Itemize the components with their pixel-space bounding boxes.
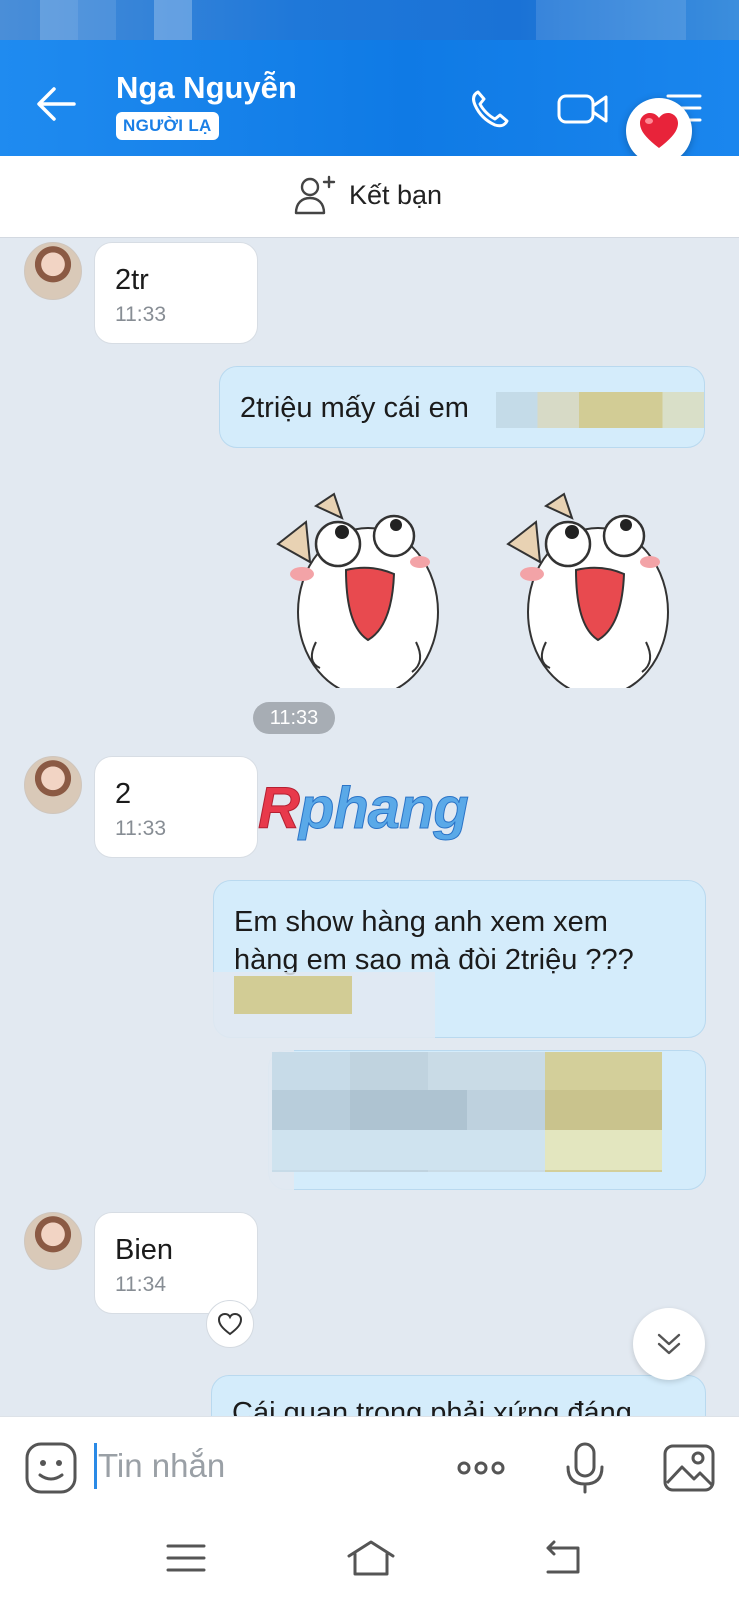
contact-name[interactable]: Nga Nguyễn [116, 70, 297, 106]
microphone-icon[interactable] [558, 1441, 612, 1495]
censored-blur [272, 1090, 662, 1130]
status-bar-blur [154, 0, 192, 40]
message-bubble[interactable]: 2tr 11:33 [94, 242, 258, 344]
sticker-emoji-icon[interactable] [24, 1441, 78, 1495]
message-text: Bien [115, 1234, 174, 1266]
system-nav-bar [0, 1516, 739, 1600]
double-chevron-down-icon [657, 1333, 681, 1355]
censored-blur [234, 976, 352, 1014]
recent-apps-icon[interactable] [164, 1538, 208, 1578]
back-arrow-icon[interactable] [34, 84, 78, 124]
status-bar-blur [536, 0, 686, 40]
message-bubble[interactable]: 2 11:33 [94, 756, 258, 858]
censored-blur [272, 1130, 662, 1170]
image-icon[interactable] [662, 1441, 716, 1495]
stranger-badge: NGƯỜI LẠ [116, 112, 219, 140]
more-icon[interactable] [454, 1441, 508, 1495]
contact-avatar[interactable] [24, 242, 82, 300]
message-time: 11:33 [115, 303, 166, 326]
watermark-logo: Rphang [258, 776, 470, 842]
add-friend-label: Kết bạn [349, 179, 443, 210]
add-person-icon [294, 175, 336, 215]
message-input-bar: Tin nhắn [0, 1416, 739, 1516]
message-bubble[interactable]: Bien 11:34 [94, 1212, 258, 1314]
message-input[interactable]: Tin nhắn [98, 1447, 225, 1485]
sticker-time: 11:33 [253, 702, 335, 734]
status-bar-blur [78, 0, 116, 40]
censored-blur [496, 392, 704, 428]
back-nav-icon[interactable] [540, 1538, 584, 1578]
add-friend-bar[interactable]: Kết bạn [0, 156, 739, 238]
heart-button[interactable] [626, 98, 692, 164]
react-button[interactable] [206, 1300, 254, 1348]
message-text: Em show hàng anh xem xem [234, 906, 608, 938]
text-caret [94, 1443, 97, 1489]
phone-icon[interactable] [466, 86, 514, 130]
sticker-cat[interactable] [276, 492, 444, 688]
scroll-down-button[interactable] [633, 1308, 705, 1380]
status-bar-blur [40, 0, 78, 40]
sticker-cat[interactable] [506, 492, 674, 688]
message-text: 2 [115, 778, 132, 810]
heart-icon [640, 113, 678, 148]
message-time: 11:33 [115, 817, 166, 840]
home-icon[interactable] [346, 1538, 396, 1578]
status-bar [0, 0, 739, 40]
heart-outline-icon [217, 1312, 243, 1336]
video-call-icon[interactable] [556, 86, 612, 130]
contact-avatar[interactable] [24, 756, 82, 814]
message-time: 11:34 [115, 1273, 166, 1296]
contact-avatar[interactable] [24, 1212, 82, 1270]
message-text: 2tr [115, 264, 149, 296]
